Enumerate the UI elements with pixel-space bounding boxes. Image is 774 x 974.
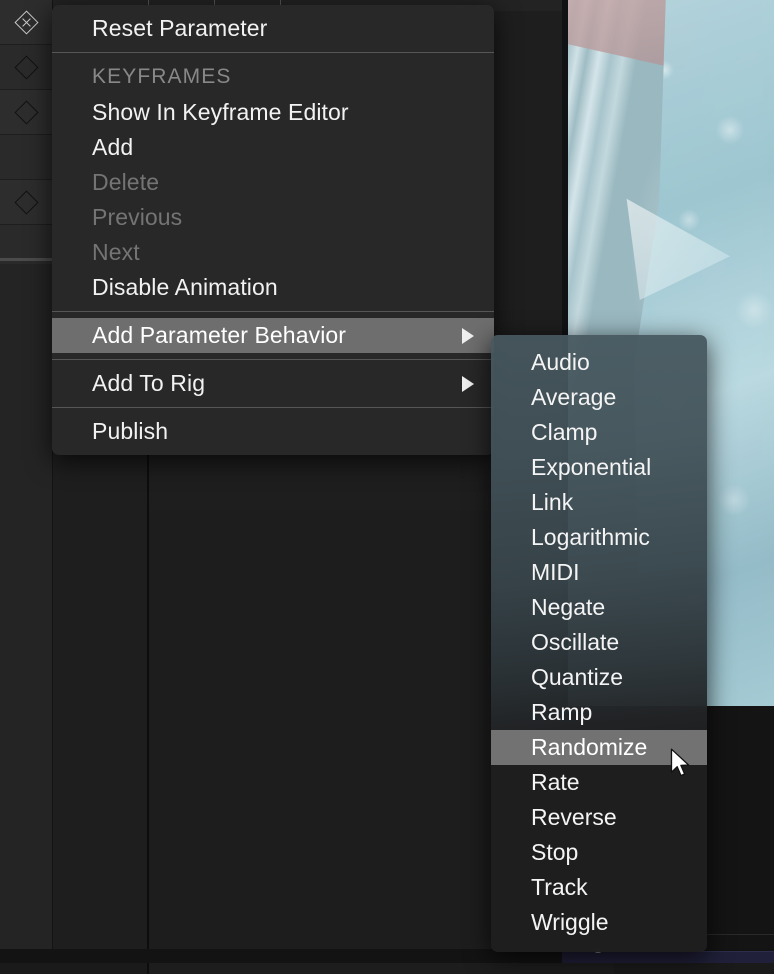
submenu-item-wriggle[interactable]: Wriggle <box>491 905 707 940</box>
diamond-icon[interactable] <box>14 190 38 214</box>
diamond-plus-icon[interactable] <box>14 10 38 34</box>
menu-item-label: Reset Parameter <box>92 15 267 42</box>
submenu-item-label: Quantize <box>531 664 623 691</box>
submenu-item-label: Link <box>531 489 573 516</box>
submenu-item-reverse[interactable]: Reverse <box>491 800 707 835</box>
submenu-item-audio[interactable]: Audio <box>491 345 707 380</box>
menu-item-add-to-rig[interactable]: Add To Rig <box>52 366 494 401</box>
menu-item-add[interactable]: Add <box>52 130 494 165</box>
menu-item-next: Next <box>52 235 494 270</box>
sidebar-divider <box>0 258 52 261</box>
diamond-icon[interactable] <box>14 55 38 79</box>
submenu-item-rate[interactable]: Rate <box>491 765 707 800</box>
parameter-context-menu[interactable]: Reset Parameter KEYFRAMES Show In Keyframe… <box>52 5 494 455</box>
submenu-item-average[interactable]: Average <box>491 380 707 415</box>
menu-item-label: Previous <box>92 204 182 231</box>
submenu-item-ramp[interactable]: Ramp <box>491 695 707 730</box>
submenu-item-label: Wriggle <box>531 909 609 936</box>
submenu-item-quantize[interactable]: Quantize <box>491 660 707 695</box>
submenu-item-label: Oscillate <box>531 629 619 656</box>
submenu-item-label: Exponential <box>531 454 651 481</box>
submenu-item-clamp[interactable]: Clamp <box>491 415 707 450</box>
submenu-item-oscillate[interactable]: Oscillate <box>491 625 707 660</box>
timeline-track[interactable] <box>562 951 774 963</box>
keyframe-row-list <box>0 0 52 270</box>
menu-item-label: KEYFRAMES <box>92 65 231 89</box>
menu-section-header-keyframes: KEYFRAMES <box>52 59 494 95</box>
submenu-item-label: MIDI <box>531 559 580 586</box>
submenu-item-label: Clamp <box>531 419 597 446</box>
keyframe-row[interactable] <box>0 90 52 135</box>
submenu-item-exponential[interactable]: Exponential <box>491 450 707 485</box>
submenu-item-link[interactable]: Link <box>491 485 707 520</box>
menu-item-label: Show In Keyframe Editor <box>92 99 349 126</box>
submenu-item-label: Track <box>531 874 588 901</box>
submenu-item-label: Logarithmic <box>531 524 650 551</box>
submenu-arrow-icon <box>462 328 474 344</box>
add-parameter-behavior-submenu[interactable]: Audio Average Clamp Exponential Link Logarith… <box>491 335 707 952</box>
submenu-item-midi[interactable]: MIDI <box>491 555 707 590</box>
submenu-item-logarithmic[interactable]: Logarithmic <box>491 520 707 555</box>
submenu-item-label: Average <box>531 384 616 411</box>
submenu-item-label: Negate <box>531 594 605 621</box>
submenu-item-label: Ramp <box>531 699 592 726</box>
keyframe-row[interactable] <box>0 0 52 45</box>
menu-separator <box>52 407 494 408</box>
menu-item-reset-parameter[interactable]: Reset Parameter <box>52 11 494 46</box>
submenu-item-randomize[interactable]: Randomize <box>491 730 707 765</box>
menu-item-label: Publish <box>92 418 168 445</box>
keyframe-sidebar[interactable] <box>0 0 53 963</box>
submenu-item-label: Audio <box>531 349 590 376</box>
keyframe-row[interactable] <box>0 135 52 180</box>
submenu-item-label: Randomize <box>531 734 647 761</box>
menu-item-previous: Previous <box>52 200 494 235</box>
keyframe-row[interactable] <box>0 45 52 90</box>
menu-item-label: Disable Animation <box>92 274 278 301</box>
menu-separator <box>52 359 494 360</box>
menu-item-label: Next <box>92 239 140 266</box>
menu-separator <box>52 52 494 53</box>
submenu-arrow-icon <box>462 376 474 392</box>
submenu-item-negate[interactable]: Negate <box>491 590 707 625</box>
menu-item-publish[interactable]: Publish <box>52 414 494 449</box>
submenu-item-label: Stop <box>531 839 578 866</box>
submenu-item-label: Rate <box>531 769 580 796</box>
menu-item-show-in-keyframe-editor[interactable]: Show In Keyframe Editor <box>52 95 494 130</box>
menu-item-label: Delete <box>92 169 159 196</box>
menu-item-delete: Delete <box>52 165 494 200</box>
menu-item-label: Add Parameter Behavior <box>92 322 346 349</box>
submenu-item-label: Reverse <box>531 804 617 831</box>
submenu-item-track[interactable]: Track <box>491 870 707 905</box>
sidebar-empty-area <box>0 264 52 963</box>
diamond-icon[interactable] <box>14 100 38 124</box>
menu-item-add-parameter-behavior[interactable]: Add Parameter Behavior <box>52 318 494 353</box>
menu-item-label: Add To Rig <box>92 370 205 397</box>
menu-separator <box>52 311 494 312</box>
menu-item-label: Add <box>92 134 133 161</box>
menu-item-disable-animation[interactable]: Disable Animation <box>52 270 494 305</box>
submenu-item-stop[interactable]: Stop <box>491 835 707 870</box>
keyframe-row[interactable] <box>0 180 52 225</box>
